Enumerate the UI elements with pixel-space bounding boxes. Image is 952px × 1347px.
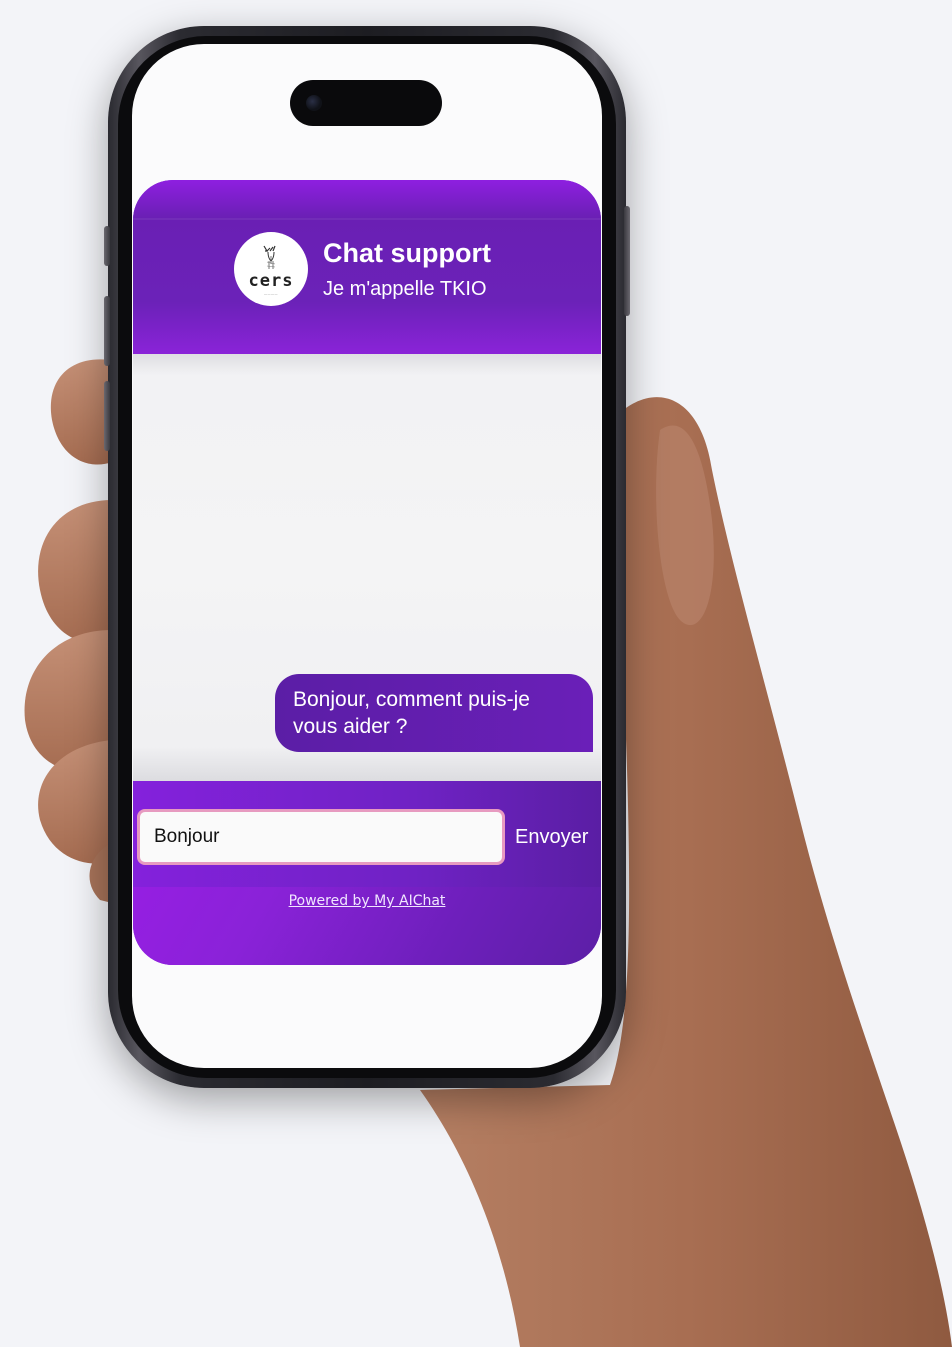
logo-tagline: ———— — [264, 292, 278, 296]
chat-title: Chat support — [323, 238, 491, 268]
chat-header: cers ———— Chat support Je m'appelle TKIO — [133, 180, 601, 354]
header-divider — [133, 218, 601, 220]
phone-side-button — [104, 226, 110, 266]
chat-footer: Envoyer Powered by My AIChat — [133, 781, 601, 965]
volume-down-button — [104, 381, 110, 451]
send-button[interactable]: Envoyer — [511, 819, 592, 855]
avatar: cers ———— — [234, 232, 308, 306]
message-input[interactable] — [137, 809, 505, 865]
dynamic-island — [290, 80, 442, 126]
camera-icon — [306, 95, 322, 111]
logo-text: cers — [248, 271, 294, 291]
powered-by-link[interactable]: Powered by My AIChat — [133, 893, 601, 909]
power-button — [624, 206, 630, 316]
chat-subtitle: Je m'appelle TKIO — [323, 278, 487, 300]
volume-up-button — [104, 296, 110, 366]
cers-logo-icon — [263, 245, 276, 269]
chat-widget: cers ———— Chat support Je m'appelle TKIO… — [133, 180, 601, 965]
message-list[interactable]: Bonjour, comment puis-je vous aider ? — [133, 354, 601, 781]
phone-screen: cers ———— Chat support Je m'appelle TKIO… — [132, 44, 602, 1068]
composer-row: Envoyer — [133, 781, 601, 887]
bot-message-bubble: Bonjour, comment puis-je vous aider ? — [275, 674, 593, 752]
phone-frame: cers ———— Chat support Je m'appelle TKIO… — [104, 26, 630, 1088]
